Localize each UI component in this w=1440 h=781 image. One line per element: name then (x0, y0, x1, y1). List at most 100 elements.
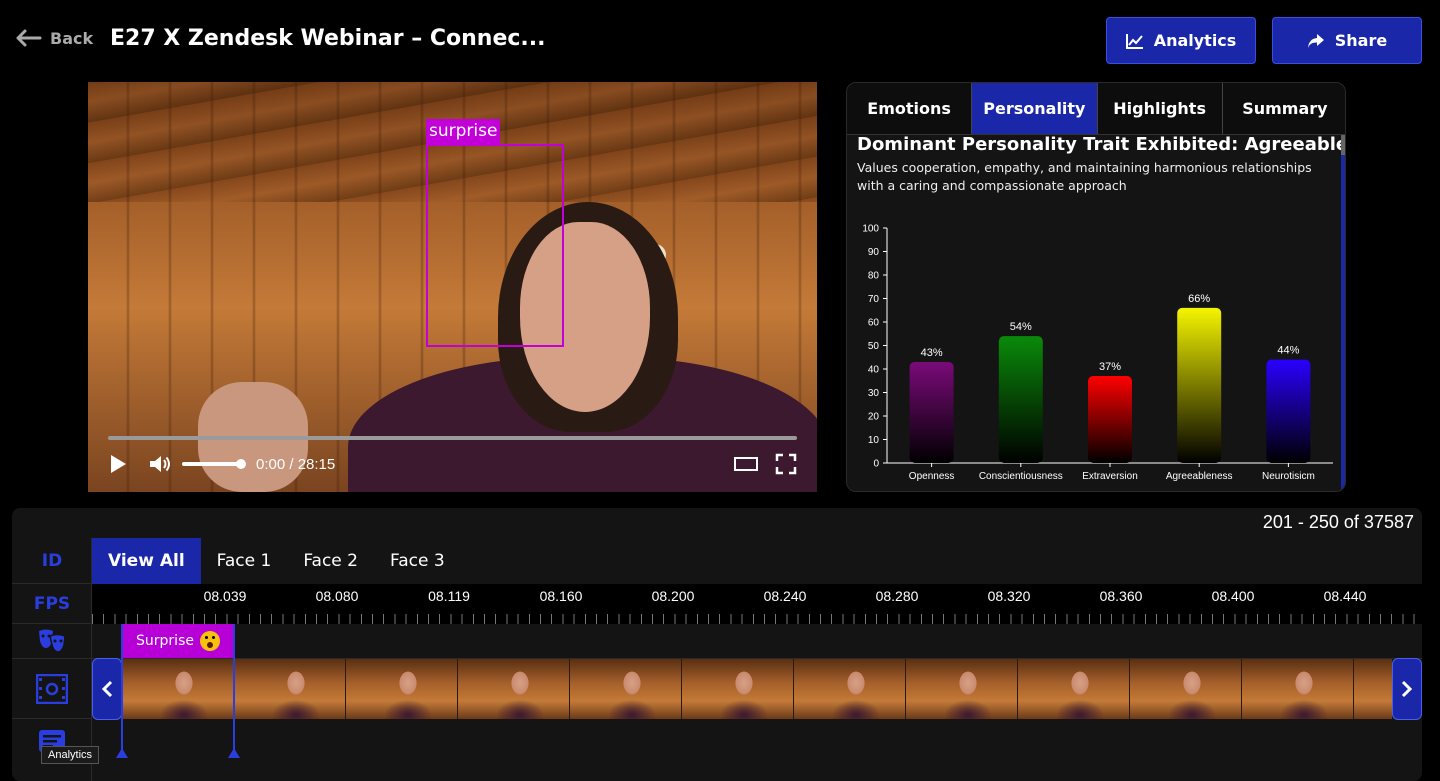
ruler-minor-ticks (92, 614, 1422, 624)
volume-slider[interactable] (182, 459, 246, 469)
timeline-prev-button[interactable] (92, 658, 122, 720)
share-button[interactable]: Share (1272, 17, 1422, 64)
ruler-tick-label: 08.320 (987, 588, 1031, 604)
surprised-face-icon (199, 631, 220, 651)
fps-label[interactable]: FPS (12, 584, 92, 624)
panel-tabs: Emotions Personality Highlights Summary (847, 83, 1345, 135)
analytics-button[interactable]: Analytics (1106, 17, 1256, 64)
video-player[interactable]: surprise 0:00 / 28:15 (88, 82, 817, 492)
id-label[interactable]: ID (12, 538, 92, 584)
bar (998, 336, 1043, 463)
face-tab-face-2[interactable]: Face 2 (287, 538, 374, 584)
ruler-tick-label: 08.039 (203, 588, 247, 604)
share-label: Share (1334, 31, 1388, 50)
face-tab-face-3[interactable]: Face 3 (374, 538, 461, 584)
volume-button[interactable] (148, 453, 172, 475)
tab-summary[interactable]: Summary (1222, 83, 1345, 134)
film-frame-thumbnail[interactable] (1242, 659, 1354, 719)
x-tick-label: Agreeableness (1166, 471, 1233, 482)
y-tick-label: 10 (868, 435, 880, 446)
volume-icon (150, 456, 170, 472)
bar-data-label: 44% (1277, 345, 1299, 357)
film-frame-thumbnail[interactable] (1130, 659, 1242, 719)
bar-data-label: 37% (1099, 361, 1121, 373)
tab-emotions[interactable]: Emotions (847, 83, 973, 134)
fullscreen-button[interactable] (775, 453, 797, 475)
ruler-tick-label: 08.080 (315, 588, 359, 604)
theater-mode-button[interactable] (733, 455, 759, 473)
x-tick-label: Extraversion (1082, 471, 1138, 482)
x-tick-label: Openness (909, 471, 955, 482)
analysis-panel: Emotions Personality Highlights Summary … (846, 82, 1346, 492)
personality-description: Values cooperation, empathy, and maintai… (857, 160, 1312, 193)
timeline-panel: 201 - 250 of 37587 ID FPS View All Face … (12, 508, 1422, 781)
film-frame-thumbnail[interactable] (1354, 659, 1392, 719)
film-frame-thumbnail[interactable] (346, 659, 458, 719)
bar (1177, 307, 1222, 463)
face-tabs: View All Face 1 Face 2 Face 3 (92, 538, 461, 584)
y-tick-label: 30 (868, 388, 880, 399)
panel-scrollbar[interactable] (1341, 135, 1345, 491)
chevron-left-icon (101, 680, 113, 698)
timeline-sidebar: ID FPS (12, 538, 92, 781)
y-tick-label: 90 (868, 247, 880, 258)
personality-title: Dominant Personality Trait Exhibited: Ag… (857, 134, 1346, 155)
panel-scrollbar-thumb[interactable] (1341, 135, 1345, 155)
analytics-tooltip: Analytics (41, 746, 100, 764)
range-start-handle[interactable] (116, 748, 128, 758)
play-icon (111, 455, 126, 473)
bar (1266, 359, 1311, 463)
tab-highlights[interactable]: Highlights (1097, 83, 1223, 134)
ruler-tick-label: 08.119 (428, 588, 470, 604)
ruler-tick-label: 08.200 (651, 588, 695, 604)
back-button[interactable]: Back (14, 28, 93, 48)
range-end-handle[interactable] (228, 748, 240, 758)
bar-data-label: 66% (1188, 293, 1210, 305)
film-frame-thumbnail[interactable] (458, 659, 570, 719)
video-controls: 0:00 / 28:15 (108, 450, 797, 478)
face-tab-face-1[interactable]: Face 1 (201, 538, 288, 584)
ruler-tick-label: 08.160 (539, 588, 583, 604)
emotion-tag[interactable]: Surprise (122, 624, 234, 658)
arrow-left-icon (16, 29, 42, 47)
ruler-tick-label: 08.280 (875, 588, 919, 604)
y-tick-label: 60 (868, 318, 880, 329)
frame-count: 201 - 250 of 37587 (1262, 512, 1414, 532)
page-title: E27 X Zendesk Webinar – Connec... (110, 26, 546, 51)
time-ruler[interactable]: 08.039 08.080 08.119 08.160 08.200 08.240 08.2… (92, 584, 1422, 624)
range-end-marker[interactable] (233, 624, 235, 756)
timeline-next-button[interactable] (1392, 658, 1422, 720)
share-arrow-icon (1307, 33, 1324, 48)
frame-film-strip[interactable] (92, 659, 1392, 719)
video-progress-bar[interactable] (108, 436, 797, 440)
film-frame-thumbnail[interactable] (682, 659, 794, 719)
chevron-right-icon (1401, 680, 1413, 698)
y-tick-label: 100 (862, 224, 879, 235)
line-chart-icon (1125, 33, 1143, 49)
film-frame-thumbnail[interactable] (570, 659, 682, 719)
header: Back E27 X Zendesk Webinar – Connec... A… (0, 0, 1440, 80)
bar (1088, 376, 1132, 463)
film-frame-thumbnail[interactable] (794, 659, 906, 719)
y-tick-label: 80 (868, 271, 880, 282)
frames-row-button[interactable] (12, 659, 92, 719)
y-tick-label: 0 (873, 459, 879, 470)
emotions-row-button[interactable] (12, 624, 92, 659)
film-frame-thumbnail[interactable] (1018, 659, 1130, 719)
video-time: 0:00 / 28:15 (256, 455, 336, 473)
film-strip-icon (36, 673, 68, 704)
range-start-marker[interactable] (121, 624, 123, 756)
personality-bar-chart: 0 10 20 30 40 50 60 70 80 90 100 43% Openness 54% Cons… (862, 224, 1333, 482)
emotion-tag-row: Surprise (92, 624, 1422, 659)
film-frame-thumbnail[interactable] (122, 659, 234, 719)
film-frame-thumbnail[interactable] (234, 659, 346, 719)
tab-personality[interactable]: Personality (972, 83, 1098, 134)
x-tick-label: Conscientiousness (979, 471, 1063, 482)
film-frame-thumbnail[interactable] (906, 659, 1018, 719)
ruler-tick-label: 08.400 (1211, 588, 1255, 604)
theater-masks-icon (39, 629, 66, 653)
face-detection-box (426, 144, 564, 347)
face-tab-view-all[interactable]: View All (92, 538, 201, 584)
play-button[interactable] (108, 453, 128, 475)
y-tick-label: 20 (868, 412, 880, 423)
